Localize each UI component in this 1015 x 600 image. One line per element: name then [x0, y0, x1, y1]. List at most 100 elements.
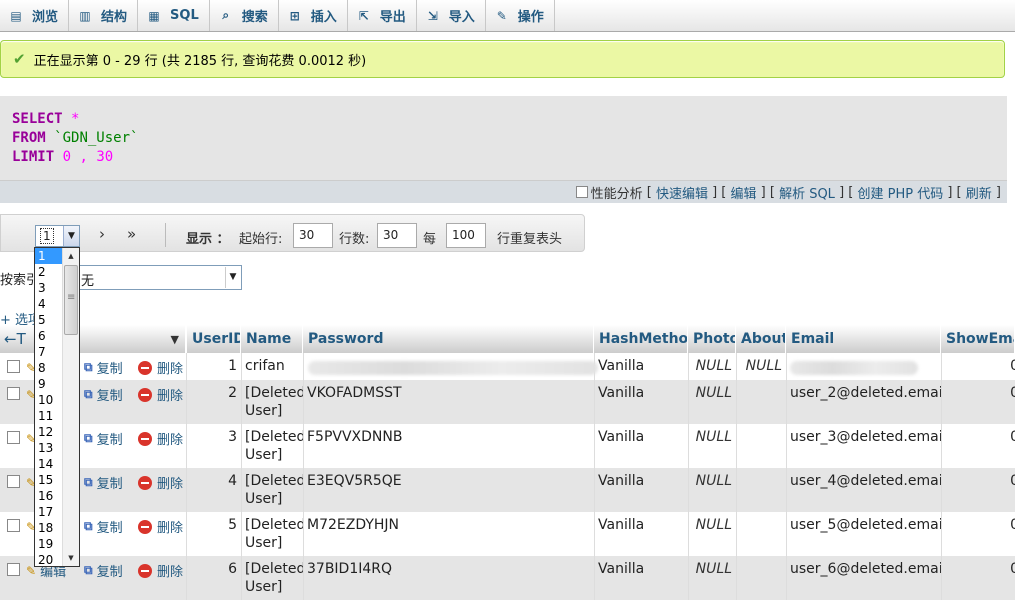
user-id-cell[interactable]: 5 — [187, 512, 241, 538]
user-id-cell[interactable]: 6 — [187, 556, 241, 582]
row-checkbox[interactable] — [7, 563, 20, 576]
about-cell[interactable] — [736, 556, 786, 564]
chevron-down-icon[interactable]: ▼ — [225, 267, 240, 288]
tab-sql[interactable]: ▦ SQL — [138, 0, 210, 31]
delete-link[interactable]: 删除 — [138, 385, 183, 404]
password-cell[interactable]: VKOFADMSST — [303, 380, 594, 406]
copy-link[interactable]: ⧉ 复制 — [84, 429, 123, 448]
dropdown-option[interactable]: 1 — [35, 248, 62, 264]
about-cell[interactable] — [736, 512, 786, 520]
tab-insert[interactable]: ⊞ 插入 — [279, 0, 348, 31]
row-checkbox[interactable] — [7, 475, 20, 488]
page-select[interactable]: 1 ▼ — [35, 225, 80, 247]
column-header[interactable]: Name — [241, 325, 303, 353]
tab-structure[interactable]: ▥ 结构 — [69, 0, 139, 31]
email-cell[interactable]: user_5@deleted.email — [786, 512, 941, 538]
hash-method-cell[interactable]: Vanilla — [594, 424, 688, 450]
row-checkbox[interactable] — [7, 519, 20, 532]
show-email-cell[interactable]: 0 — [941, 424, 1015, 450]
tab-search[interactable]: ⌕ 搜索 — [210, 0, 279, 31]
create-php-link[interactable]: 创建 PHP 代码 — [857, 183, 943, 202]
user-id-cell[interactable]: 4 — [187, 468, 241, 494]
row-checkbox[interactable] — [7, 387, 20, 400]
edit-link[interactable]: 编辑 — [731, 183, 757, 202]
show-email-cell[interactable]: 0 — [941, 468, 1015, 494]
show-email-cell[interactable]: 0 — [941, 512, 1015, 538]
about-cell[interactable] — [736, 424, 786, 432]
repeat-header-input[interactable]: 100 — [446, 223, 486, 248]
chevron-down-icon[interactable]: ▼ — [63, 226, 79, 246]
column-header[interactable]: HashMethod — [594, 325, 688, 353]
show-email-cell[interactable]: 0 — [941, 556, 1015, 582]
password-cell[interactable]: E3EQV5R5QE — [303, 468, 594, 494]
delete-link[interactable]: 删除 — [138, 561, 183, 580]
inline-edit-link[interactable]: 快速编辑 — [656, 183, 708, 202]
page-select-dropdown[interactable]: 1234567891011121314151617181920 ▲ ▼ — [34, 247, 80, 567]
row-checkbox[interactable] — [7, 360, 20, 373]
photo-cell[interactable]: NULL — [688, 556, 736, 582]
rows-input[interactable]: 30 — [377, 223, 417, 248]
delete-link[interactable]: 删除 — [138, 358, 183, 377]
email-cell[interactable]: user_2@deleted.email — [786, 380, 941, 406]
hash-method-cell[interactable]: Vanilla — [594, 380, 688, 406]
password-cell[interactable] — [303, 353, 594, 361]
photo-cell[interactable]: NULL — [688, 353, 736, 379]
start-row-input[interactable]: 30 — [293, 223, 333, 248]
row-checkbox[interactable] — [7, 431, 20, 444]
user-id-cell[interactable]: 1 — [187, 353, 241, 379]
about-cell[interactable] — [736, 468, 786, 476]
delete-link[interactable]: 删除 — [138, 517, 183, 536]
copy-link[interactable]: ⧉ 复制 — [84, 473, 123, 492]
copy-link[interactable]: ⧉ 复制 — [84, 358, 123, 377]
scroll-thumb[interactable] — [64, 265, 78, 335]
delete-link[interactable]: 删除 — [138, 473, 183, 492]
copy-link[interactable]: ⧉ 复制 — [84, 385, 123, 404]
password-cell[interactable]: M72EZDYHJN — [303, 512, 594, 538]
explain-sql-link[interactable]: 解析 SQL — [779, 183, 835, 202]
sort-toggle-icon[interactable]: ▼ — [171, 333, 179, 346]
tab-import[interactable]: ⇲ 导入 — [417, 0, 486, 31]
email-cell[interactable]: user_3@deleted.email — [786, 424, 941, 450]
refresh-link[interactable]: 刷新 — [966, 183, 992, 202]
email-cell[interactable]: user_6@deleted.email — [786, 556, 941, 582]
email-cell[interactable] — [786, 353, 941, 361]
scroll-down-icon[interactable]: ▼ — [63, 550, 79, 566]
delete-link[interactable]: 删除 — [138, 429, 183, 448]
name-cell[interactable]: [Deleted User] — [241, 512, 303, 556]
column-header[interactable]: ShowEmail — [941, 325, 1015, 353]
photo-cell[interactable]: NULL — [688, 468, 736, 494]
password-cell[interactable]: 37BID1I4RQ — [303, 556, 594, 582]
tab-export[interactable]: ⇱ 导出 — [348, 0, 417, 31]
column-sort-header[interactable]: ▼ — [0, 325, 186, 353]
column-header[interactable]: Photo — [688, 325, 736, 353]
photo-cell[interactable]: NULL — [688, 380, 736, 406]
column-header[interactable]: Password — [303, 325, 594, 353]
last-page-button[interactable]: » — [127, 225, 136, 243]
column-header[interactable]: About — [736, 325, 786, 353]
photo-cell[interactable]: NULL — [688, 424, 736, 450]
show-email-cell[interactable]: 0 — [941, 380, 1015, 406]
user-id-cell[interactable]: 2 — [187, 380, 241, 406]
name-cell[interactable]: [Deleted User] — [241, 556, 303, 600]
scroll-up-icon[interactable]: ▲ — [63, 248, 79, 264]
password-cell[interactable]: F5PVVXDNNB — [303, 424, 594, 450]
email-cell[interactable]: user_4@deleted.email — [786, 468, 941, 494]
column-header[interactable]: UserID — [187, 325, 241, 353]
hash-method-cell[interactable]: Vanilla — [594, 512, 688, 538]
sort-by-key-select[interactable]: 无 ▼ — [77, 265, 242, 290]
dropdown-scrollbar[interactable]: ▲ ▼ — [62, 248, 79, 566]
tab-operations[interactable]: ✎ 操作 — [486, 0, 555, 31]
tab-browse[interactable]: ▤ 浏览 — [0, 0, 70, 31]
next-page-button[interactable]: › — [99, 225, 105, 243]
name-cell[interactable]: [Deleted User] — [241, 380, 303, 424]
hash-method-cell[interactable]: Vanilla — [594, 468, 688, 494]
user-id-cell[interactable]: 3 — [187, 424, 241, 450]
profiling-checkbox[interactable] — [575, 186, 588, 198]
about-cell[interactable] — [736, 380, 786, 388]
name-cell[interactable]: [Deleted User] — [241, 424, 303, 468]
copy-link[interactable]: ⧉ 复制 — [84, 561, 123, 580]
hash-method-cell[interactable]: Vanilla — [594, 556, 688, 582]
hash-method-cell[interactable]: Vanilla — [594, 353, 688, 379]
name-cell[interactable]: [Deleted User] — [241, 468, 303, 512]
column-header[interactable]: Email — [786, 325, 941, 353]
